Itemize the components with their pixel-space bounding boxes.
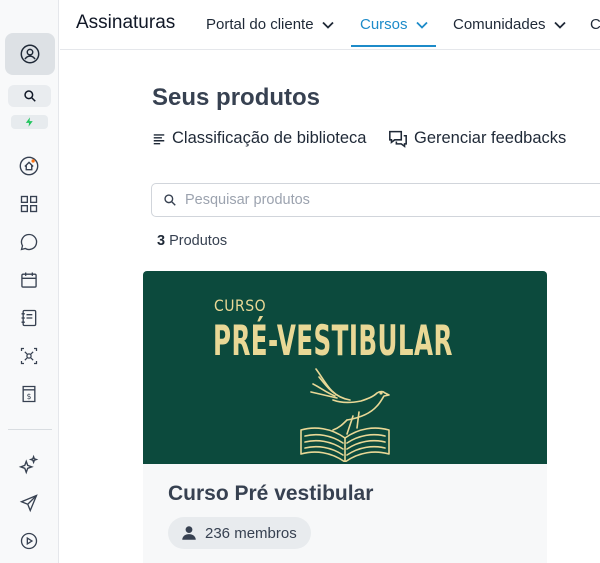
nav-more[interactable]: C: [590, 16, 600, 33]
product-count: 3 Produtos: [157, 233, 227, 249]
sidebar-item-media[interactable]: [17, 529, 41, 553]
user-circle-icon: [20, 44, 40, 64]
banner-kicker: CURSO: [214, 297, 267, 316]
manage-feedback-button[interactable]: Gerenciar feedbacks: [388, 129, 566, 148]
grid-icon: [20, 195, 38, 213]
product-banner[interactable]: CURSO PRÉ-VESTIBULAR: [143, 271, 547, 464]
sparkles-icon: [18, 454, 39, 475]
top-navigation: Assinaturas Portal do cliente Cursos Com…: [60, 0, 600, 50]
network-icon: [20, 347, 38, 365]
product-count-number: 3: [157, 233, 166, 249]
user-icon: [182, 526, 196, 540]
nav-customer-portal[interactable]: Portal do cliente: [206, 16, 334, 33]
search-icon: [164, 194, 176, 206]
sidebar-item-billing[interactable]: $: [17, 382, 41, 406]
chevron-down-icon: [415, 21, 428, 29]
chevron-down-icon: [321, 21, 334, 29]
product-title[interactable]: Curso Pré vestibular: [168, 482, 373, 506]
home-icon: [19, 156, 39, 176]
dove-book-illustration: [300, 368, 390, 462]
svg-text:$: $: [27, 392, 32, 401]
sidebar-search-button[interactable]: [8, 85, 51, 107]
sidebar-item-dashboard[interactable]: [17, 192, 41, 216]
profile-button[interactable]: [5, 33, 55, 75]
sidebar-item-network[interactable]: [17, 344, 41, 368]
search-icon: [23, 90, 36, 102]
nav-label: C: [590, 16, 600, 33]
product-count-label: Produtos: [169, 233, 228, 249]
product-card[interactable]: CURSO PRÉ-VESTIBULAR Curso Pré vestibula…: [143, 271, 547, 563]
nav-label: Cursos: [360, 16, 408, 33]
page-title: Seus produtos: [152, 84, 321, 111]
search-input[interactable]: [185, 192, 585, 208]
banner-title: PRÉ-VESTIBULAR: [213, 317, 453, 366]
app-window: $ Assinaturas Portal do cliente Cursos C…: [0, 0, 600, 563]
nav-active-indicator: [351, 45, 436, 47]
sidebar-item-home[interactable]: [17, 154, 41, 178]
play-circle-icon: [20, 532, 38, 550]
sidebar-item-messages[interactable]: [17, 230, 41, 254]
bolt-icon: [25, 117, 33, 127]
notebook-icon: [21, 309, 37, 327]
feedback-icon: [389, 130, 407, 148]
members-badge: 236 membros: [168, 517, 311, 549]
sidebar-item-send[interactable]: [17, 491, 41, 515]
nav-label: Comunidades: [453, 16, 546, 33]
send-icon: [19, 494, 38, 513]
chat-icon: [20, 233, 38, 251]
library-sort-button[interactable]: Classificação de biblioteca: [152, 129, 366, 148]
sidebar-item-ai[interactable]: [17, 453, 41, 477]
chevron-down-icon: [553, 21, 566, 29]
nav-label: Portal do cliente: [206, 16, 314, 33]
quick-actions-button[interactable]: [11, 115, 48, 129]
invoice-icon: $: [22, 385, 36, 403]
sidebar: $: [0, 0, 59, 563]
sidebar-divider: [8, 429, 52, 430]
nav-communities[interactable]: Comunidades: [453, 16, 566, 33]
product-search[interactable]: [151, 183, 600, 217]
calendar-icon: [21, 272, 37, 288]
manage-feedback-label: Gerenciar feedbacks: [414, 129, 567, 147]
app-brand[interactable]: Assinaturas: [76, 12, 175, 34]
members-count: 236 membros: [205, 524, 297, 542]
nav-courses[interactable]: Cursos: [360, 16, 428, 33]
sidebar-item-content[interactable]: [17, 306, 41, 330]
sidebar-item-calendar[interactable]: [17, 268, 41, 292]
list-sort-icon: [153, 133, 165, 144]
library-sort-label: Classificação de biblioteca: [172, 129, 367, 147]
